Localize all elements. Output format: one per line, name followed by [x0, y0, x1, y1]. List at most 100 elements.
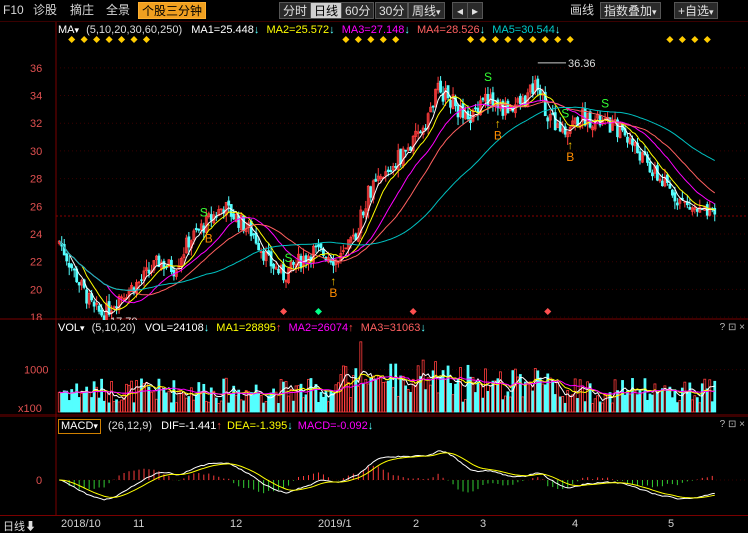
macd-pane-controls[interactable]: ? ⊡ × — [720, 419, 745, 430]
x-label: 3 — [480, 518, 487, 530]
macd-value: MACD=-0.092 — [297, 420, 368, 432]
volume-bar — [60, 392, 64, 413]
period-selector[interactable]: 日线⬇ — [3, 518, 36, 533]
tab-30min[interactable]: 30分 — [375, 2, 409, 19]
event-marker — [379, 35, 387, 44]
volume-pane[interactable]: 1000 x100 VOL▾ (5,10,20) VOL=24108↓ MA1=2… — [0, 320, 748, 416]
volume-bar — [456, 378, 460, 413]
volume-bar — [464, 399, 467, 413]
candle — [257, 243, 261, 251]
vol-indicator-selector[interactable]: VOL▾ — [58, 320, 85, 336]
event-marker — [554, 35, 562, 44]
y-tick-label: 28 — [30, 174, 42, 186]
volume-bar — [65, 390, 69, 413]
volume-bar — [396, 395, 400, 413]
candlestick-chart[interactable]: 3634323028262422201836.3617.70↑B↑B↑B↑B↑B… — [0, 22, 748, 320]
volume-bar — [67, 400, 71, 413]
volume-bar — [366, 383, 370, 413]
sell-signal: S — [484, 70, 492, 84]
volume-bar — [598, 401, 602, 413]
volume-bar — [568, 395, 572, 413]
price-pane[interactable]: MA▾ (5,10,20,30,60,250) MA1=25.448↓ MA2=… — [0, 22, 748, 320]
volume-bar — [120, 399, 123, 413]
candle — [319, 243, 323, 249]
volume-bar — [130, 380, 133, 413]
tab-fenshi[interactable]: 分时 — [279, 2, 312, 19]
volume-bar — [90, 397, 94, 413]
vol-params: (5,10,20) — [91, 322, 136, 334]
volume-bar — [62, 390, 66, 413]
volume-bar — [533, 368, 537, 413]
volume-bar — [282, 381, 285, 413]
event-marker — [504, 35, 512, 44]
macd-pane[interactable]: 0 MACD▾ (26,12,9) DIF=-1.441↑ DEA=-1.395… — [0, 416, 748, 515]
volume-bar — [87, 391, 91, 413]
three-minute-button[interactable]: 个股三分钟 — [138, 2, 207, 19]
candle — [317, 244, 320, 247]
candle — [419, 131, 423, 134]
candle — [374, 178, 378, 182]
index-overlay-button[interactable]: 指数叠加▾ — [600, 2, 661, 19]
event-marker — [666, 35, 674, 44]
volume-bar — [179, 390, 183, 413]
candle — [72, 268, 76, 271]
draw-line-button[interactable]: 画线 — [570, 2, 594, 19]
candle — [474, 107, 477, 110]
volume-bar — [389, 363, 393, 413]
volume-bar — [157, 378, 161, 413]
volume-bar — [80, 392, 84, 413]
y-tick-label: 1000 — [24, 365, 48, 377]
tab-60min[interactable]: 60分 — [341, 2, 375, 19]
volume-bar — [409, 391, 413, 413]
candle — [546, 117, 550, 122]
volume-bar — [508, 396, 512, 413]
volume-bar — [167, 390, 171, 413]
self-select-button[interactable]: +自选▾ — [674, 2, 718, 19]
volume-bar — [424, 389, 428, 413]
volume-bar — [57, 391, 61, 413]
x-label: 12 — [230, 518, 243, 530]
prev-button[interactable]: ◂ — [452, 2, 468, 19]
event-marker — [466, 35, 475, 44]
event-marker — [80, 35, 88, 44]
volume-bar — [107, 402, 111, 413]
volume-bar — [172, 380, 176, 413]
shares-button[interactable]: 摘庄 — [70, 2, 94, 19]
volume-bar — [92, 381, 96, 413]
volume-bar — [693, 395, 697, 413]
next-button[interactable]: ▸ — [467, 2, 483, 19]
volume-bar — [429, 384, 433, 413]
volume-bar — [399, 375, 403, 413]
candle — [292, 262, 295, 265]
volume-bar — [192, 399, 196, 413]
up-arrow-icon: ↑ — [216, 420, 222, 432]
volume-bar — [170, 402, 173, 413]
candle — [229, 204, 233, 217]
vol-pane-controls[interactable]: ? ⊡ × — [720, 322, 745, 333]
volume-bar — [538, 377, 542, 413]
chevron-down-icon: ▾ — [709, 7, 714, 17]
tab-weekly[interactable]: 周线▾ — [408, 2, 445, 19]
tab-daily[interactable]: 日线 — [310, 2, 343, 19]
tab-weekly-label: 周线 — [412, 4, 437, 18]
candle — [461, 103, 465, 118]
volume-bar — [603, 393, 607, 413]
volume-bar — [616, 390, 619, 413]
volume-bar — [646, 399, 649, 413]
volume-bar — [344, 366, 348, 413]
x-label: 2019/1 — [318, 518, 352, 530]
volume-bar — [214, 397, 218, 413]
candle — [389, 170, 393, 173]
f10-button[interactable]: F10 — [3, 2, 24, 19]
candle — [399, 148, 403, 164]
volume-bar — [503, 395, 507, 413]
overview-button[interactable]: 全景 — [106, 2, 130, 19]
y-tick-label: 0 — [36, 475, 42, 487]
event-marker — [367, 35, 375, 44]
volume-bar — [97, 397, 101, 413]
diagnose-button[interactable]: 诊股 — [33, 2, 57, 19]
volume-bar — [329, 390, 333, 413]
macd-indicator-selector[interactable]: MACD▾ — [58, 419, 101, 434]
down-arrow-icon: ↓ — [287, 420, 293, 432]
macd-legend: MACD▾ (26,12,9) DIF=-1.441↑ DEA=-1.395↓ … — [58, 418, 748, 434]
